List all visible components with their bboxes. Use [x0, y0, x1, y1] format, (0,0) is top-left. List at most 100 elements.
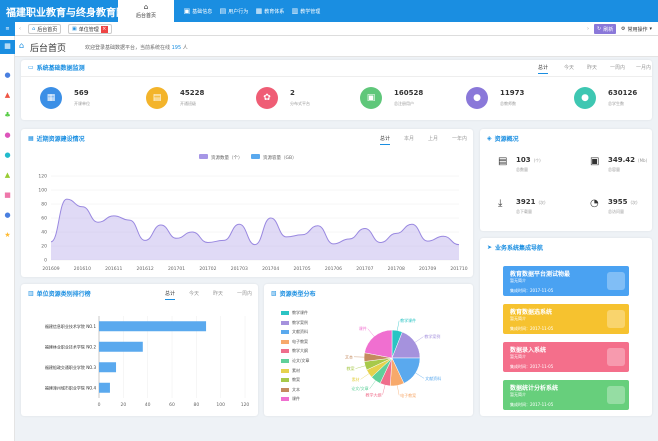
- sidebar-dashboard-icon[interactable]: ▦: [4, 43, 11, 50]
- distribution-pie-chart: 教学课件教学案例文献资料电子教案 教学大纲论文/文章 素材 教案 文本 课件: [345, 317, 441, 398]
- visit-number: 3955: [608, 198, 628, 206]
- stat-units-circle: ▦: [40, 87, 62, 109]
- sidebar-org-icon[interactable]: ▲: [4, 172, 11, 179]
- system-card-2-desc: 暂无简介: [510, 316, 526, 321]
- refresh-button[interactable]: ↻ 刷新: [594, 24, 617, 34]
- system-card-1[interactable]: 教育数据平台测试物最 暂无简介 集成时间：2017-11-05: [503, 266, 629, 296]
- pie-label-line: [382, 385, 386, 395]
- pie-slice-label: 教学课件: [400, 317, 416, 323]
- total-count-number: 103: [516, 156, 531, 164]
- rank-filter-total[interactable]: 总计: [165, 290, 176, 300]
- page-title: 后台首页: [30, 44, 67, 54]
- rank-filter-today[interactable]: 今天: [189, 290, 199, 297]
- pie-legend-item[interactable]: 课件: [281, 396, 300, 402]
- pie-legend-item[interactable]: 电子教案: [281, 339, 308, 345]
- system-card-2[interactable]: 教育数据选系统 暂无简介 集成时间：2017-11-05: [503, 304, 629, 334]
- visit-icon: ◔: [590, 198, 599, 209]
- system-card-4-name: 数据统计分析系统: [510, 385, 559, 392]
- x-tick-label: 201710: [450, 266, 467, 272]
- sidebar-user-icon[interactable]: ●: [4, 72, 11, 79]
- x-tick-label: 201612: [137, 266, 154, 272]
- calendar-icon: ▦: [28, 135, 34, 142]
- tray-icon: ▣: [590, 156, 600, 167]
- stat-classes-value: 45228: [180, 89, 205, 97]
- visit-value: 3955 (次): [608, 198, 638, 206]
- common-ops-button[interactable]: ⚙ 常用操作 ▾: [618, 24, 655, 34]
- sidebar-tree-icon[interactable]: ♣: [4, 112, 11, 119]
- monitor-icon: ▭: [28, 64, 34, 71]
- pie-slice-label: 电子教案: [400, 392, 416, 398]
- pie-slice-label: 素材: [352, 376, 360, 382]
- system-card-4-icon: [607, 386, 625, 404]
- filter-week[interactable]: 一周内: [610, 64, 625, 71]
- pie-legend-item[interactable]: 文本: [281, 387, 300, 393]
- download-icon: ⤓: [498, 198, 503, 209]
- pie-slice-label: 文本: [345, 353, 353, 359]
- tab-home[interactable]: ⌂ 后台首页: [28, 24, 62, 34]
- sidebar-lock-icon[interactable]: ■: [4, 192, 11, 199]
- total-size-label: 总容量: [608, 167, 620, 172]
- pie-legend-item[interactable]: 文献资料: [281, 329, 308, 335]
- users-icon: ▣: [366, 93, 376, 103]
- sidebar-account-icon[interactable]: ●: [4, 212, 11, 219]
- filter-month[interactable]: 一月内: [636, 64, 651, 71]
- ops-icon: ⚙: [621, 26, 626, 32]
- stat-students-label: 总学生数: [608, 101, 624, 106]
- filter-today[interactable]: 今天: [564, 64, 574, 71]
- x-tick-label: 201703: [231, 266, 248, 272]
- tab-unit[interactable]: ▣ 单位管理 ×: [68, 24, 112, 34]
- topnav-home[interactable]: ⌂ 后台首页: [118, 0, 174, 22]
- tab-close-icon[interactable]: ×: [100, 25, 108, 33]
- bar-chart-icon: ▥: [28, 290, 34, 297]
- pie-label-line: [415, 336, 424, 343]
- topnav-teaching[interactable]: ▥ 教学管理: [278, 0, 334, 22]
- sidebar-chart-icon[interactable]: ▲: [4, 92, 11, 99]
- total-size-unit: (Mb): [638, 158, 648, 163]
- visit-label: 总访问量: [608, 209, 624, 214]
- pie-legend-item[interactable]: 教学课件: [281, 310, 308, 316]
- x-tick-label: 201709: [419, 266, 436, 272]
- pie-legend-item[interactable]: 教学案例: [281, 320, 308, 326]
- resource-build-title: ▦ 近期资源建设情况: [28, 134, 85, 143]
- system-card-3[interactable]: 数据录入系统 暂无简介 集成时间：2017-11-05: [503, 342, 629, 372]
- systems-title-label: 业务系统集成导航: [495, 245, 544, 252]
- system-card-2-icon: [607, 310, 625, 328]
- platform-icon: ✿: [263, 93, 271, 103]
- tab-prev-icon[interactable]: ‹: [16, 24, 24, 34]
- pie-legend-item[interactable]: 素材: [281, 368, 300, 374]
- download-value: 3921 (次): [516, 198, 546, 206]
- legend-label: 资源容量（GB）: [263, 154, 297, 161]
- legend-swatch: [199, 154, 208, 159]
- x-tick-label: 201611: [105, 266, 122, 272]
- pie-legend-item[interactable]: 教案: [281, 377, 300, 383]
- stat-teachers-value: 11973: [500, 89, 525, 97]
- total-count-unit: (个): [533, 158, 541, 163]
- pie-legend-swatch: [281, 330, 289, 335]
- filter-total[interactable]: 总计: [538, 64, 549, 74]
- online-count: 195: [171, 45, 182, 51]
- sidebar-star-icon[interactable]: ★: [4, 232, 11, 239]
- tab-next-icon[interactable]: ›: [584, 24, 592, 34]
- chevron-down-icon: ▾: [649, 26, 653, 32]
- sidebar-person-icon[interactable]: ●: [4, 152, 11, 159]
- build-filter-total[interactable]: 总计: [380, 135, 391, 145]
- build-filter-year[interactable]: 一年内: [452, 135, 467, 142]
- system-card-4[interactable]: 数据统计分析系统 暂无简介 集成时间：2017-11-05: [503, 380, 629, 410]
- build-filter-lastmonth[interactable]: 上月: [428, 135, 438, 142]
- build-filter-month[interactable]: 本月: [404, 135, 414, 142]
- welcome-prefix: 欢迎登录基础数据平台，当前系统在线: [85, 45, 171, 51]
- rank-filter-yesterday[interactable]: 昨天: [213, 290, 223, 297]
- pie-legend-item[interactable]: 教学大纲: [281, 348, 308, 354]
- filter-yesterday[interactable]: 昨天: [587, 64, 597, 71]
- rank-filter-week[interactable]: 一周内: [237, 290, 252, 297]
- sidebar-group-icon[interactable]: ●: [4, 132, 11, 139]
- pie-legend-item[interactable]: 论文/文章: [281, 358, 309, 364]
- stat-platforms-circle: ✿: [256, 87, 278, 109]
- system-card-1-desc: 暂无简介: [510, 278, 526, 283]
- page-header: ⌂ 后台首页 欢迎登录基础数据平台，当前系统在线 195 人: [15, 36, 658, 57]
- pie-legend-label: 教学课件: [292, 310, 308, 315]
- stat-students-circle: ●: [574, 87, 596, 109]
- category-label: 福建信息职业技术学院 NO.1: [45, 323, 97, 329]
- menu-toggle-icon[interactable]: ≡: [0, 22, 15, 36]
- stat-students-value: 630126: [608, 89, 638, 97]
